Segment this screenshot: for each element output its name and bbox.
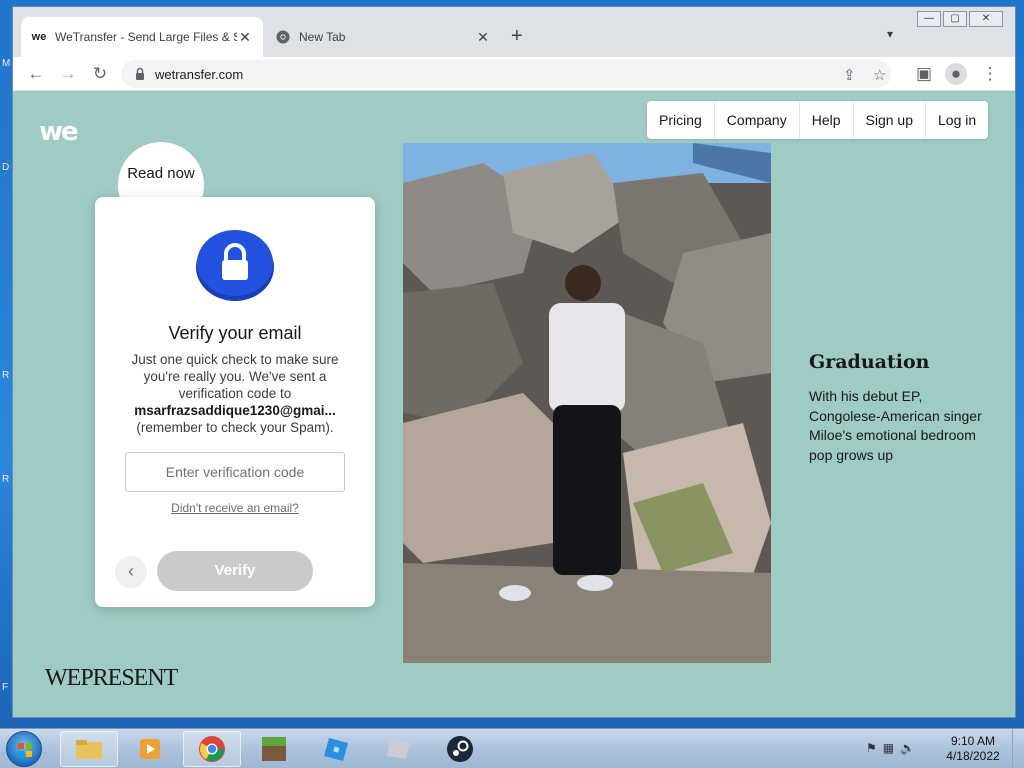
desktop-letter: R [2,474,10,485]
tab-wetransfer[interactable]: we WeTransfer - Send Large Files & Share… [21,17,263,57]
menu-kebab-icon[interactable]: ⋮ [979,63,1001,85]
article-photo[interactable] [403,143,771,663]
padlock-icon [196,230,274,301]
desktop-letter: D [2,162,10,173]
reload-icon[interactable]: ↻ [89,63,111,85]
system-tray: ⚑ ▦ 🔈 [866,741,915,755]
roblox-icon[interactable] [307,731,365,767]
nav-company[interactable]: Company [715,101,800,139]
network-icon[interactable]: ▦ [883,741,894,755]
verify-button[interactable]: Verify [157,551,313,591]
article-description: With his debut EP, Congolese-American si… [809,388,982,463]
media-player-icon[interactable] [121,731,179,767]
maximize-icon[interactable]: ▢ [943,11,967,27]
windows-taskbar: ⚑ ▦ 🔈 9:10 AM 4/18/2022 [0,728,1024,768]
desktop-letter: F [2,682,9,693]
nav-log-in[interactable]: Log in [926,101,988,139]
windows-logo-icon [18,743,32,757]
wepresent-logo[interactable]: WEPRESENT [45,665,178,692]
back-arrow-icon[interactable]: ← [25,63,47,85]
new-tab-plus-icon[interactable]: + [511,25,523,48]
tab-title: New Tab [299,30,346,44]
side-panel-icon[interactable]: ▣ [913,63,935,85]
lock-icon [136,67,144,80]
share-icon[interactable]: ⇪ [843,66,856,84]
clock-date: 4/18/2022 [946,749,1000,763]
desktop-letter: R [2,370,10,381]
volume-icon[interactable]: 🔈 [900,741,915,755]
tab-close-icon[interactable]: ✕ [475,29,491,46]
verify-instructions: Just one quick check to make sure you're… [119,351,351,436]
chevron-left-icon: ‹ [128,561,134,581]
file-explorer-icon[interactable] [60,731,118,767]
we-logo-icon: we [31,31,47,43]
minecraft-icon[interactable] [245,731,303,767]
desktop-letter: M [2,58,11,69]
nav-pricing[interactable]: Pricing [647,101,715,139]
verification-code-input[interactable] [125,452,345,492]
resend-email-link[interactable]: Didn't receive an email? [95,501,375,515]
verify-spam-note: (remember to check your Spam). [136,420,334,435]
verify-body-text: Just one quick check to make sure you're… [131,352,339,401]
desktop-icon-labels: M D R R F [0,0,12,728]
tab-close-icon[interactable]: ✕ [237,29,253,46]
verify-email-card: Verify your email Just one quick check t… [95,197,375,607]
action-center-flag-icon[interactable]: ⚑ [866,741,877,755]
verify-email-address: msarfrazsaddique1230@gmai... [134,403,336,418]
forward-arrow-icon[interactable]: → [57,63,79,85]
bookmark-star-icon[interactable]: ☆ [873,66,886,84]
tab-search-chevron-icon[interactable]: ▾ [887,27,893,41]
chrome-icon [275,29,291,45]
nav-sign-up[interactable]: Sign up [854,101,926,139]
back-button[interactable]: ‹ [115,556,147,588]
browser-toolbar: ← → ↻ wetransfer.com ⇪ ☆ ▣ ● ⋮ [13,57,1015,91]
top-nav: Pricing Company Help Sign up Log in [647,101,989,139]
browser-window: we WeTransfer - Send Large Files & Share… [12,6,1016,718]
url-text: wetransfer.com [155,67,244,82]
address-bar[interactable]: wetransfer.com ⇪ ☆ [121,60,891,88]
article-title[interactable]: Graduation [809,351,929,373]
window-controls: — ▢ ✕ [915,11,1003,27]
minimize-icon[interactable]: — [917,11,941,27]
tab-new-tab[interactable]: New Tab ✕ [265,17,501,57]
profile-avatar-icon[interactable]: ● [945,63,967,85]
taskbar-clock[interactable]: 9:10 AM 4/18/2022 [938,734,1008,764]
clock-time: 9:10 AM [950,734,996,748]
start-button[interactable] [6,731,42,767]
show-desktop-button[interactable] [1012,729,1024,768]
steam-icon[interactable] [431,731,489,767]
verify-title: Verify your email [168,323,302,343]
wetransfer-page: we Pricing Company Help Sign up Log in R… [13,91,1015,717]
app-icon[interactable] [369,731,427,767]
close-window-icon[interactable]: ✕ [969,11,1003,27]
tab-strip: we WeTransfer - Send Large Files & Share… [13,7,1015,57]
nav-help[interactable]: Help [800,101,854,139]
wetransfer-logo[interactable]: we [39,117,79,147]
chrome-icon[interactable] [183,731,241,767]
tab-title: WeTransfer - Send Large Files & Share Ph… [55,30,237,44]
